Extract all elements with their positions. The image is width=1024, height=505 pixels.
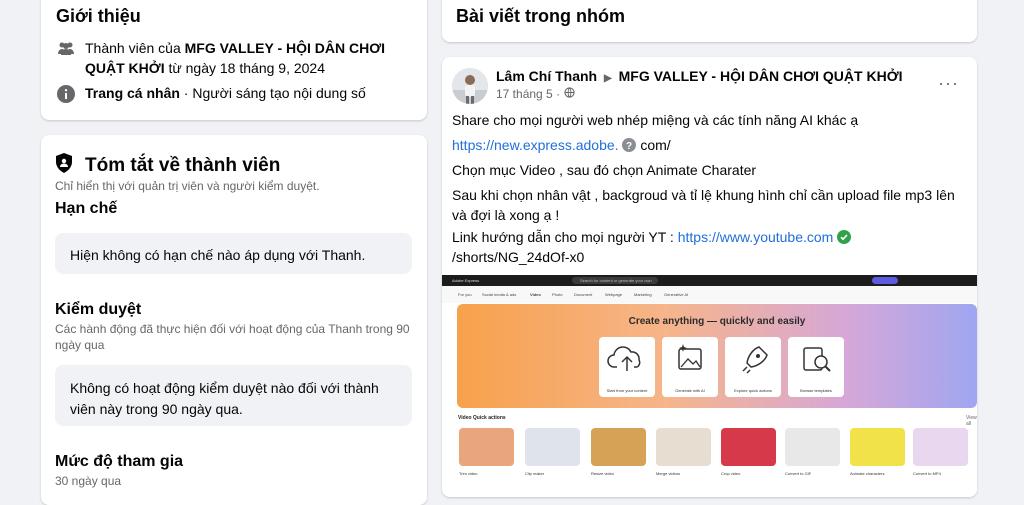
member-prefix: Thành viên của: [85, 40, 185, 56]
adobe-tab: Marketing: [634, 292, 652, 297]
thumb-label: Merge videos: [656, 471, 681, 476]
adobe-search-placeholder: Search for content or generate your own: [580, 278, 652, 283]
caret-right-icon: ▶: [604, 73, 612, 84]
summary-subtitle: Chỉ hiển thị với quản trị viên và người …: [55, 179, 320, 193]
thumb-clip: [525, 428, 580, 466]
intro-title: Giới thiệu: [56, 6, 141, 26]
summary-title: Tóm tắt về thành viên: [85, 154, 281, 176]
members-icon: [57, 40, 75, 78]
thumb-label: Convert to GIF: [785, 471, 812, 476]
thumb-resize: [591, 428, 646, 466]
adobe-tab: Generative AI: [664, 292, 689, 297]
post-more-button[interactable]: ···: [938, 73, 959, 94]
adobe-tab: Webpage: [605, 292, 623, 297]
profile-desc: · Người sáng tạo nội dung số: [179, 85, 366, 101]
adobe-search: Search for content or generate your own: [572, 277, 658, 284]
thumb-animate: [850, 428, 905, 466]
youtube-link-suffix: /shorts/NG_24dOf-x0: [452, 249, 585, 265]
view-all: View all: [966, 415, 977, 427]
post-group[interactable]: MFG VALLEY - HỘI DÂN CHƠI QUẬT KHỞI: [619, 68, 903, 84]
adobe-topbar: Adobe Express Search for content or gene…: [442, 275, 977, 286]
profile-label[interactable]: Trang cá nhân: [85, 85, 180, 101]
tile-templates: Browse templates: [788, 337, 844, 397]
thumb-label: Resize video: [591, 471, 614, 476]
adobe-banner: Create anything — quickly and easily Sta…: [457, 304, 977, 408]
post-author-line: Lâm Chí Thanh ▶ MFG VALLEY - HỘI DÂN CHƠ…: [496, 68, 903, 84]
thumb-label: Convert to MP4: [913, 471, 941, 476]
post-date[interactable]: 17 tháng 5 ·: [496, 87, 560, 101]
moderation-text: Không có hoạt động kiểm duyệt nào đối vớ…: [70, 380, 379, 417]
moderation-heading: Kiểm duyệt: [55, 301, 142, 318]
adobe-free-trial: [872, 277, 898, 284]
post-line-3: Chọn mục Video , sau đó chọn Animate Cha…: [452, 162, 757, 178]
tile-label: Start from your content: [606, 388, 648, 393]
moderation-box: Không có hoạt động kiểm duyệt nào đối vớ…: [55, 365, 412, 426]
adobe-tab: Video: [530, 292, 541, 297]
thumb-gif: [785, 428, 840, 466]
tile-quick-actions: Explore quick actions: [725, 337, 781, 397]
post-meta: 17 tháng 5 ·: [496, 87, 575, 101]
thumb-label: Clip maker: [525, 471, 545, 476]
post-author[interactable]: Lâm Chí Thanh: [496, 68, 597, 84]
help-icon: ?: [622, 137, 640, 153]
restrictions-text: Hiện không có hạn chế nào áp dụng với Th…: [70, 247, 366, 263]
tile-label: Generate with AI: [675, 388, 705, 393]
restrictions-box: Hiện không có hạn chế nào áp dụng với Th…: [55, 233, 412, 274]
group-post: Lâm Chí Thanh ▶ MFG VALLEY - HỘI DÂN CHƠ…: [442, 57, 977, 497]
tile-label: Explore quick actions: [734, 388, 772, 393]
participation-heading: Mức độ tham gia: [55, 453, 184, 470]
moderation-subtitle: Các hành động đã thực hiện đối với hoạt …: [55, 322, 410, 352]
quick-actions-title: Video Quick actions: [458, 415, 506, 421]
posts-header-title: Bài viết trong nhóm: [456, 6, 626, 26]
youtube-link[interactable]: https://www.youtube.com: [678, 229, 834, 245]
thumb-crop: [721, 428, 776, 466]
thumb-mp4: [913, 428, 968, 466]
member-since: từ ngày 18 tháng 9, 2024: [164, 60, 325, 76]
adobe-link-suffix: com/: [640, 137, 671, 153]
adobe-tab: For you: [458, 292, 472, 297]
post-line-2: https://new.express.adobe. ? com/: [452, 135, 967, 155]
shield-icon: [55, 153, 73, 178]
thumb-trim: [459, 428, 514, 466]
membership-row: Thành viên của MFG VALLEY - HỘI DÂN CHƠI…: [56, 38, 416, 78]
intro-card: Giới thiệu Thành viên của MFG VALLEY - H…: [41, 0, 427, 120]
globe-icon: [564, 87, 575, 101]
member-summary-card: Tóm tắt về thành viên Chỉ hiển thị với q…: [41, 135, 427, 505]
verified-icon: [837, 229, 852, 245]
banner-title: Create anything — quickly and easily: [628, 316, 806, 327]
adobe-tab: Photo: [552, 292, 563, 297]
posts-header-card: Bài viết trong nhóm: [442, 0, 977, 42]
svg-text:?: ?: [626, 141, 632, 152]
profile-row: Trang cá nhân · Người sáng tạo nội dung …: [56, 83, 366, 108]
tile-label: Browse templates: [800, 388, 832, 393]
adobe-link[interactable]: https://new.express.adobe.: [452, 137, 619, 153]
thumb-label: Trim video: [459, 471, 478, 476]
thumb-label: Crop video: [721, 471, 741, 476]
yt-prefix: Link hướng dẫn cho mọi người YT :: [452, 229, 678, 245]
info-icon: [57, 85, 75, 108]
thumb-merge: [656, 428, 711, 466]
post-line-5: Link hướng dẫn cho mọi người YT : https:…: [452, 227, 967, 267]
adobe-tabs: For you Social media & ads Video Photo D…: [442, 286, 977, 303]
post-line-1: Share cho mọi người web nhép miệng và cá…: [452, 112, 859, 128]
adobe-brand: Adobe Express: [452, 278, 480, 283]
tile-ai: Generate with AI: [662, 337, 718, 397]
post-line-4: Sau khi chọn nhân vật , backgroud và tỉ …: [452, 187, 955, 223]
post-image[interactable]: Adobe Express Search for content or gene…: [442, 275, 977, 497]
adobe-tab: Document: [574, 292, 593, 297]
thumb-label: Animate characters: [850, 471, 885, 476]
adobe-tab: Social media & ads: [482, 292, 517, 297]
restrictions-heading: Hạn chế: [55, 200, 118, 217]
tile-upload: Start from your content: [599, 337, 655, 397]
summary-title-row: Tóm tắt về thành viên: [55, 153, 280, 178]
author-avatar[interactable]: [452, 68, 488, 104]
